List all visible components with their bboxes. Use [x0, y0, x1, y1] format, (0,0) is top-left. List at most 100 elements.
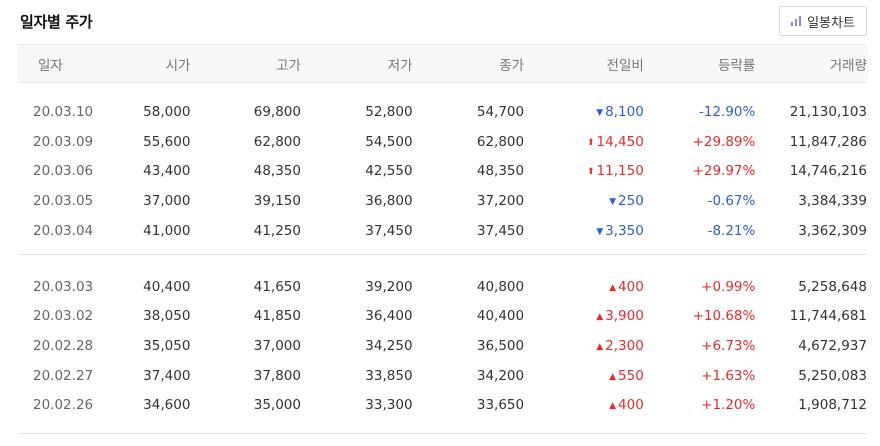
table-row: 20.03.05 37,000 39,150 36,800 37,200 ▼ 250 -0.6…: [18, 186, 867, 216]
cell-volume: 11,847,286: [789, 133, 867, 150]
cell-rate: +29.89%: [692, 133, 756, 150]
column-header-close: 종가: [499, 57, 525, 74]
cell-rate: -12.90%: [699, 104, 756, 121]
cell-change-value: 400: [618, 397, 644, 414]
cell-close: 33,650: [476, 397, 525, 414]
cell-rate: +29.97%: [692, 163, 756, 180]
cell-open: 58,000: [143, 104, 191, 121]
cell-change-value: 11,150: [596, 163, 644, 180]
cell-open: 35,050: [143, 337, 191, 354]
cell-low: 39,200: [365, 278, 413, 295]
cell-date: 20.02.28: [33, 337, 94, 354]
cell-change-value: 14,450: [596, 133, 644, 150]
cell-date: 20.03.06: [33, 163, 94, 180]
cell-close: 37,200: [476, 193, 525, 210]
cell-volume: 5,250,083: [798, 367, 867, 384]
cell-date: 20.03.10: [33, 104, 94, 121]
cell-low: 34,250: [365, 337, 413, 354]
cell-high: 39,150: [253, 193, 301, 210]
cell-low: 36,400: [365, 308, 413, 325]
cell-low: 52,800: [365, 104, 413, 121]
table-row: 20.03.04 41,000 41,250 37,450 37,450 ▼ 3,350 -8…: [18, 216, 867, 246]
page-title: 일자별 주가: [20, 13, 93, 31]
cell-rate: +0.99%: [701, 278, 756, 295]
cell-low: 42,550: [365, 163, 413, 180]
cell-close: 54,700: [476, 104, 525, 121]
cell-low: 33,850: [365, 367, 413, 384]
cell-open: 34,600: [143, 397, 191, 414]
cell-change-value: 550: [618, 367, 644, 384]
daily-price-panel: 일자별 주가 일봉차트 일자 시가 고가 저가 종가 전일비 등락률 거래량 2…: [0, 0, 880, 446]
cell-change: ▼ 250: [524, 186, 644, 216]
cell-change: ▲ 2,300: [524, 331, 644, 361]
arrow-up-icon: ▲: [609, 371, 617, 382]
cell-date: 20.03.03: [33, 278, 94, 295]
cell-change: ▲ 3,900: [524, 302, 644, 332]
cell-high: 35,000: [253, 397, 301, 414]
row-spacer: [18, 245, 867, 254]
cell-change-value: 2,300: [605, 337, 644, 354]
cell-open: 40,400: [143, 278, 191, 295]
table-row: 20.03.03 40,400 41,650 39,200 40,800 ▲ 400 +0.9…: [18, 272, 867, 302]
cell-volume: 3,362,309: [798, 222, 867, 239]
table-row: 20.03.06 43,400 48,350 42,550 48,350 ⬆ 11,150 +…: [18, 157, 867, 187]
panel-header: 일자별 주가 일봉차트: [0, 0, 880, 44]
cell-high: 48,350: [253, 163, 301, 180]
cell-change-value: 400: [618, 278, 644, 295]
cell-change-value: 250: [618, 193, 644, 210]
cell-change-value: 3,350: [605, 222, 644, 239]
cell-change: ▼ 3,350: [524, 216, 644, 246]
table-header-row: 일자 시가 고가 저가 종가 전일비 등락률 거래량: [18, 44, 867, 83]
cell-date: 20.03.05: [33, 193, 94, 210]
table-row: 20.02.27 37,400 37,800 33,850 34,200 ▲ 550 +1.6…: [18, 361, 867, 391]
daily-chart-button-label: 일봉차트: [807, 14, 855, 30]
arrow-up-icon: ▲: [609, 401, 617, 412]
cell-volume: 3,384,339: [798, 193, 867, 210]
arrow-up-icon: ▲: [596, 341, 604, 352]
row-spacer: [18, 83, 867, 98]
cell-rate: +1.20%: [701, 397, 756, 414]
cell-high: 41,850: [253, 308, 301, 325]
cell-volume: 4,672,937: [798, 337, 867, 354]
cell-date: 20.03.02: [33, 308, 94, 325]
cell-open: 38,050: [143, 308, 191, 325]
cell-rate: -8.21%: [707, 222, 756, 239]
cell-open: 37,400: [143, 367, 191, 384]
cell-open: 43,400: [143, 163, 191, 180]
cell-volume: 5,258,648: [798, 278, 867, 295]
cell-high: 62,800: [253, 133, 301, 150]
row-spacer: [18, 419, 867, 435]
daily-chart-button[interactable]: 일봉차트: [779, 6, 867, 36]
table-row: 20.03.10 58,000 69,800 52,800 54,700 ▼ 8,100 -1…: [18, 98, 867, 128]
cell-low: 33,300: [365, 397, 413, 414]
arrow-down-icon: ▼: [609, 197, 617, 208]
cell-change: ▲ 550: [524, 361, 644, 391]
arrow-down-icon: ▼: [596, 226, 604, 237]
cell-volume: 21,130,103: [789, 104, 867, 121]
table-row: 20.02.28 35,050 37,000 34,250 36,500 ▲ 2,300 +6…: [18, 331, 867, 361]
cell-change-value: 3,900: [605, 308, 644, 325]
cell-volume: 14,746,216: [789, 163, 867, 180]
cell-date: 20.03.04: [33, 222, 94, 239]
row-spacer: [18, 255, 867, 272]
cell-open: 37,000: [143, 193, 191, 210]
column-header-high: 고가: [276, 57, 301, 74]
cell-low: 36,800: [365, 193, 413, 210]
bar-chart-icon: [791, 16, 802, 26]
arrow-up-icon: ⬆: [587, 167, 595, 178]
table-body: 20.03.10 58,000 69,800 52,800 54,700 ▼ 8,100 -1…: [18, 83, 867, 435]
cell-close: 62,800: [476, 133, 525, 150]
cell-high: 41,250: [253, 222, 301, 239]
cell-change: ▲ 400: [524, 390, 644, 420]
arrow-up-icon: ⬆: [587, 137, 595, 148]
cell-close: 36,500: [476, 337, 525, 354]
cell-date: 20.02.27: [33, 367, 94, 384]
column-header-date: 일자: [38, 57, 63, 74]
column-header-low: 저가: [387, 57, 413, 74]
cell-close: 48,350: [476, 163, 525, 180]
cell-volume: 11,744,681: [789, 308, 867, 325]
cell-change-value: 8,100: [605, 104, 644, 121]
cell-change: ▼ 8,100: [524, 98, 644, 128]
arrow-up-icon: ▲: [609, 282, 617, 293]
cell-close: 40,800: [476, 278, 525, 295]
